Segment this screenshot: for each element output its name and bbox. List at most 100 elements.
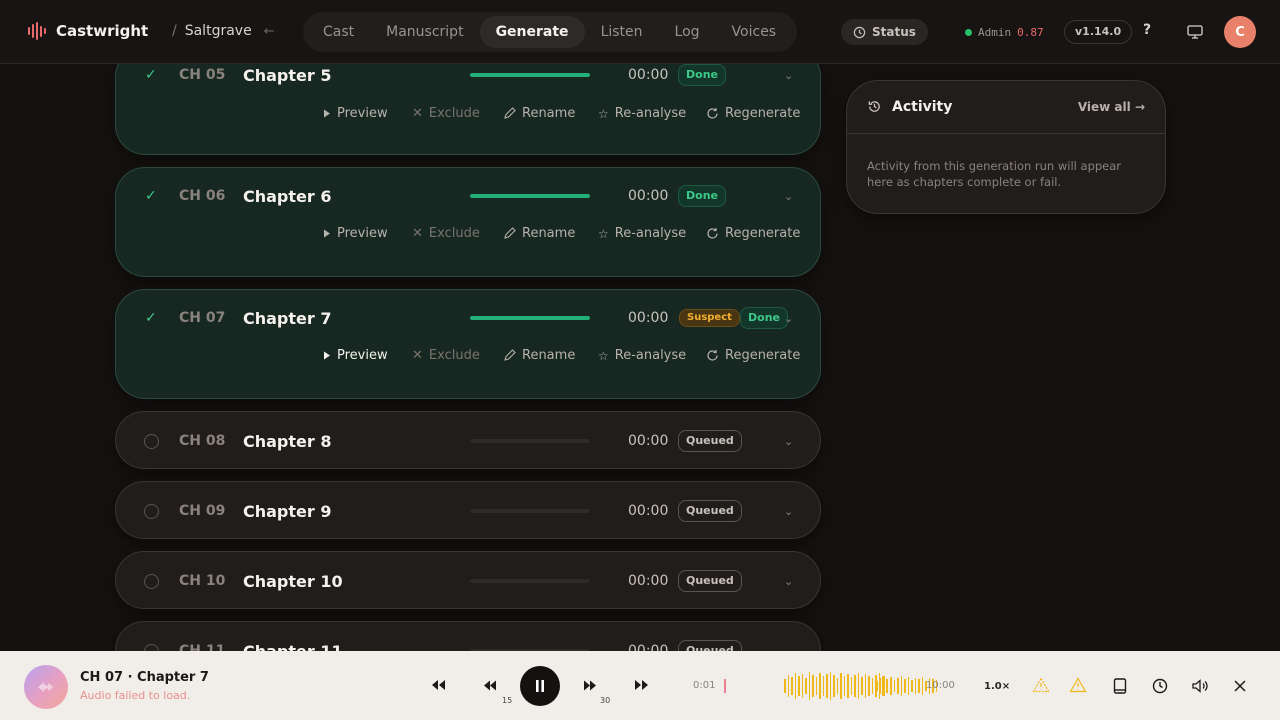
display-button[interactable] — [1178, 16, 1212, 48]
activity-empty-text: Activity from this generation run will a… — [867, 159, 1122, 189]
fast-forward-icon[interactable] — [583, 680, 597, 691]
warning-icon[interactable] — [1032, 677, 1050, 693]
waveform-bar — [864, 674, 866, 698]
preview-button[interactable]: Preview — [323, 348, 388, 363]
avatar[interactable]: C — [1224, 16, 1256, 48]
waveform-bar — [815, 677, 817, 695]
preview-button[interactable]: Preview — [323, 226, 388, 241]
app-logo[interactable]: Castwright — [28, 22, 148, 40]
playhead[interactable] — [724, 679, 726, 693]
rename-button[interactable]: Rename — [503, 106, 575, 121]
reanalyse-button[interactable]: ☆ Re-analyse — [598, 106, 686, 121]
status-badge: Done — [678, 64, 726, 86]
rename-label: Rename — [522, 226, 576, 241]
rewind-icon[interactable] — [483, 680, 497, 691]
monitor-icon — [1187, 25, 1203, 39]
waveform-bar — [791, 677, 793, 695]
rename-button[interactable]: Rename — [503, 348, 575, 363]
chapter-title: Chapter 9 — [243, 501, 332, 521]
star-icon: ☆ — [598, 226, 609, 241]
status-badge: Queued — [678, 570, 742, 592]
preview-label: Preview — [337, 348, 388, 363]
x-icon: ✕ — [412, 348, 423, 363]
check-icon: ✓ — [145, 310, 157, 326]
waveform-bar — [833, 675, 835, 697]
chevron-down-icon[interactable]: ⌄ — [784, 505, 793, 518]
close-icon[interactable] — [1234, 680, 1246, 692]
star-icon: ☆ — [598, 106, 609, 121]
preview-button[interactable]: Preview — [323, 106, 388, 121]
help-button[interactable]: ? — [1143, 22, 1151, 38]
preview-label: Preview — [337, 106, 388, 121]
waveform-bar — [794, 673, 796, 699]
waveform-bar — [918, 679, 920, 693]
pencil-icon — [504, 349, 516, 361]
previous-chapter-icon[interactable] — [430, 679, 446, 691]
chevron-down-icon[interactable]: ⌄ — [784, 435, 793, 448]
chapter-card[interactable]: CH 09 Chapter 9 00:00 Queued ⌄ — [115, 481, 821, 539]
tab-voices[interactable]: Voices — [716, 16, 793, 48]
version-badge[interactable]: v1.14.0 — [1064, 20, 1133, 44]
exclude-label: Exclude — [428, 226, 480, 241]
chevron-down-icon[interactable]: ⌄ — [784, 575, 793, 588]
tab-log[interactable]: Log — [659, 16, 716, 48]
chapter-title: Chapter 6 — [243, 186, 332, 206]
waveform-bar — [911, 680, 913, 692]
play-icon — [324, 229, 330, 238]
waveform-bar — [836, 678, 838, 694]
chapter-title: Chapter 10 — [243, 571, 343, 591]
waveform-bar — [850, 677, 852, 695]
reanalyse-button[interactable]: ☆ Re-analyse — [598, 226, 686, 241]
waveform-bar — [801, 674, 803, 698]
exclude-button[interactable]: ✕ Exclude — [412, 106, 480, 121]
chapter-progress-bar — [470, 73, 590, 77]
tab-listen[interactable]: Listen — [585, 16, 659, 48]
regenerate-label: Regenerate — [725, 348, 801, 363]
tab-generate[interactable]: Generate — [479, 16, 585, 48]
check-icon: ✓ — [145, 67, 157, 83]
exclude-button[interactable]: ✕ Exclude — [412, 226, 480, 241]
pause-button[interactable] — [520, 666, 560, 706]
chapter-progress-bar — [470, 579, 590, 583]
breadcrumb-project[interactable]: Saltgrave — [185, 23, 252, 39]
chapter-title: Chapter 8 — [243, 431, 332, 451]
pencil-icon — [504, 107, 516, 119]
chapter-card[interactable]: CH 08 Chapter 8 00:00 Queued ⌄ — [115, 411, 821, 469]
book-icon[interactable] — [1113, 678, 1127, 694]
playback-speed[interactable]: 1.0× — [984, 681, 1010, 692]
rename-button[interactable]: Rename — [503, 226, 575, 241]
chevron-down-icon[interactable]: ⌄ — [784, 190, 793, 203]
clock-icon[interactable] — [1152, 678, 1168, 694]
reanalyse-button[interactable]: ☆ Re-analyse — [598, 348, 686, 363]
view-all-link[interactable]: View all → — [1078, 100, 1145, 114]
warning-icon[interactable] — [1069, 677, 1087, 693]
waveform-bar — [886, 679, 888, 693]
back-arrow-icon[interactable]: ← — [264, 24, 275, 39]
regenerate-button[interactable]: Regenerate — [706, 226, 800, 241]
status-label: Status — [872, 25, 916, 39]
chapter-card[interactable]: ✓ CH 06 Chapter 6 00:00 Done ⌄ Preview ✕ Exclude… — [115, 167, 821, 277]
pencil-icon — [504, 227, 516, 239]
regenerate-button[interactable]: Regenerate — [706, 348, 800, 363]
waveform-bar — [900, 676, 902, 696]
waveform-bar — [890, 677, 892, 695]
chapter-duration: 00:00 — [628, 67, 669, 83]
regenerate-button[interactable]: Regenerate — [706, 106, 800, 121]
waveform-bar — [868, 676, 870, 696]
tab-manuscript[interactable]: Manuscript — [370, 16, 479, 48]
volume-icon[interactable] — [1192, 679, 1209, 693]
next-chapter-icon[interactable] — [634, 679, 650, 691]
exclude-button[interactable]: ✕ Exclude — [412, 348, 480, 363]
status-button[interactable]: Status — [841, 19, 928, 45]
status-badge: Queued — [678, 500, 742, 522]
play-icon — [324, 351, 330, 360]
chevron-down-icon[interactable]: ⌄ — [784, 312, 793, 325]
waveform-bar — [907, 677, 909, 695]
tab-cast[interactable]: Cast — [307, 16, 370, 48]
player-title: CH 07 · Chapter 7 — [80, 670, 209, 685]
chevron-down-icon[interactable]: ⌄ — [784, 69, 793, 82]
pause-icon — [536, 680, 544, 692]
chapter-card[interactable]: ✓ CH 07 Chapter 7 00:00 Suspect Done ⌄ Preview ✕… — [115, 289, 821, 399]
chapter-card[interactable]: CH 10 Chapter 10 00:00 Queued ⌄ — [115, 551, 821, 609]
waveform-segment[interactable] — [784, 672, 887, 700]
